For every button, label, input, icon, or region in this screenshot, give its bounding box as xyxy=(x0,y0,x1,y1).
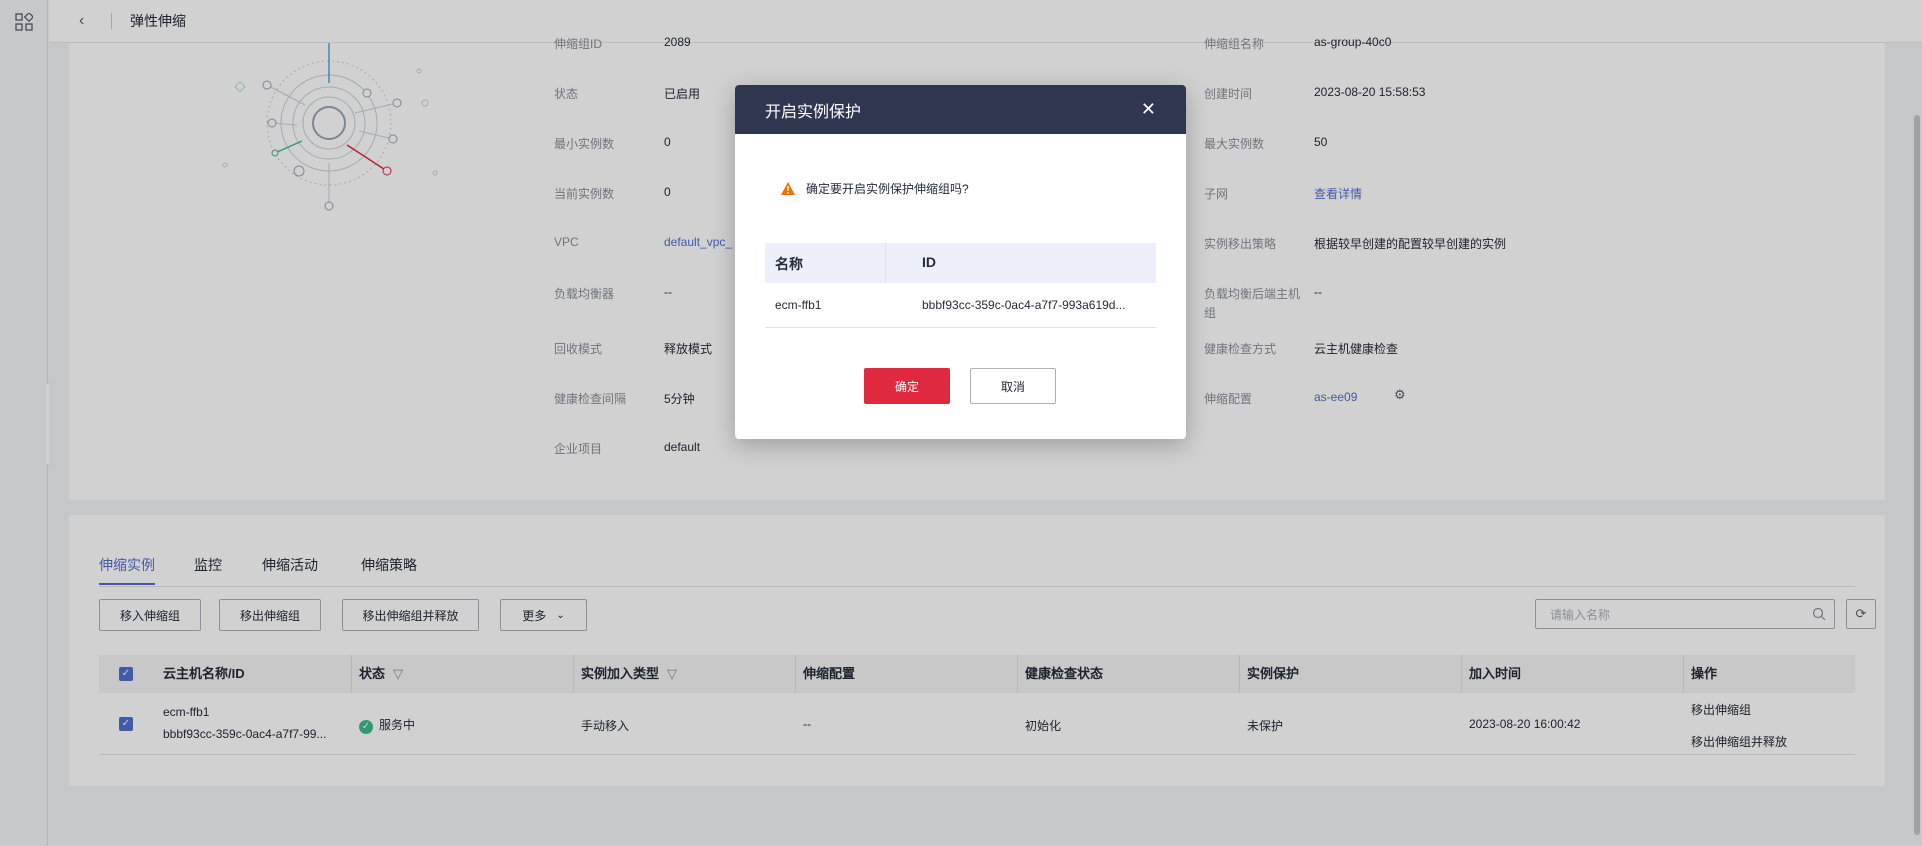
dialog-message: 确定要开启实例保护伸缩组吗? xyxy=(780,180,969,197)
dialog-header: 开启实例保护 ✕ xyxy=(735,85,1186,134)
protect-dialog: 开启实例保护 ✕ 确定要开启实例保护伸缩组吗? 名称 ID ecm-ffb1 b… xyxy=(735,85,1186,439)
dialog-table-row: ecm-ffb1 bbbf93cc-359c-0ac4-a7f7-993a619… xyxy=(765,283,1156,328)
dialog-col-name: 名称 xyxy=(775,256,803,272)
close-icon[interactable]: ✕ xyxy=(1141,99,1156,120)
dialog-message-text: 确定要开启实例保护伸缩组吗? xyxy=(806,182,969,196)
dialog-title: 开启实例保护 xyxy=(765,103,862,121)
dialog-row-id: bbbf93cc-359c-0ac4-a7f7-993a619d... xyxy=(922,298,1126,312)
dialog-col-id: ID xyxy=(922,254,936,270)
confirm-button[interactable]: 确定 xyxy=(864,368,950,404)
dialog-table-header: 名称 ID xyxy=(765,243,1156,283)
dialog-row-name: ecm-ffb1 xyxy=(775,298,822,312)
warning-icon xyxy=(781,181,795,195)
dialog-table: 名称 ID ecm-ffb1 bbbf93cc-359c-0ac4-a7f7-9… xyxy=(765,243,1156,328)
cancel-button[interactable]: 取消 xyxy=(970,368,1056,404)
